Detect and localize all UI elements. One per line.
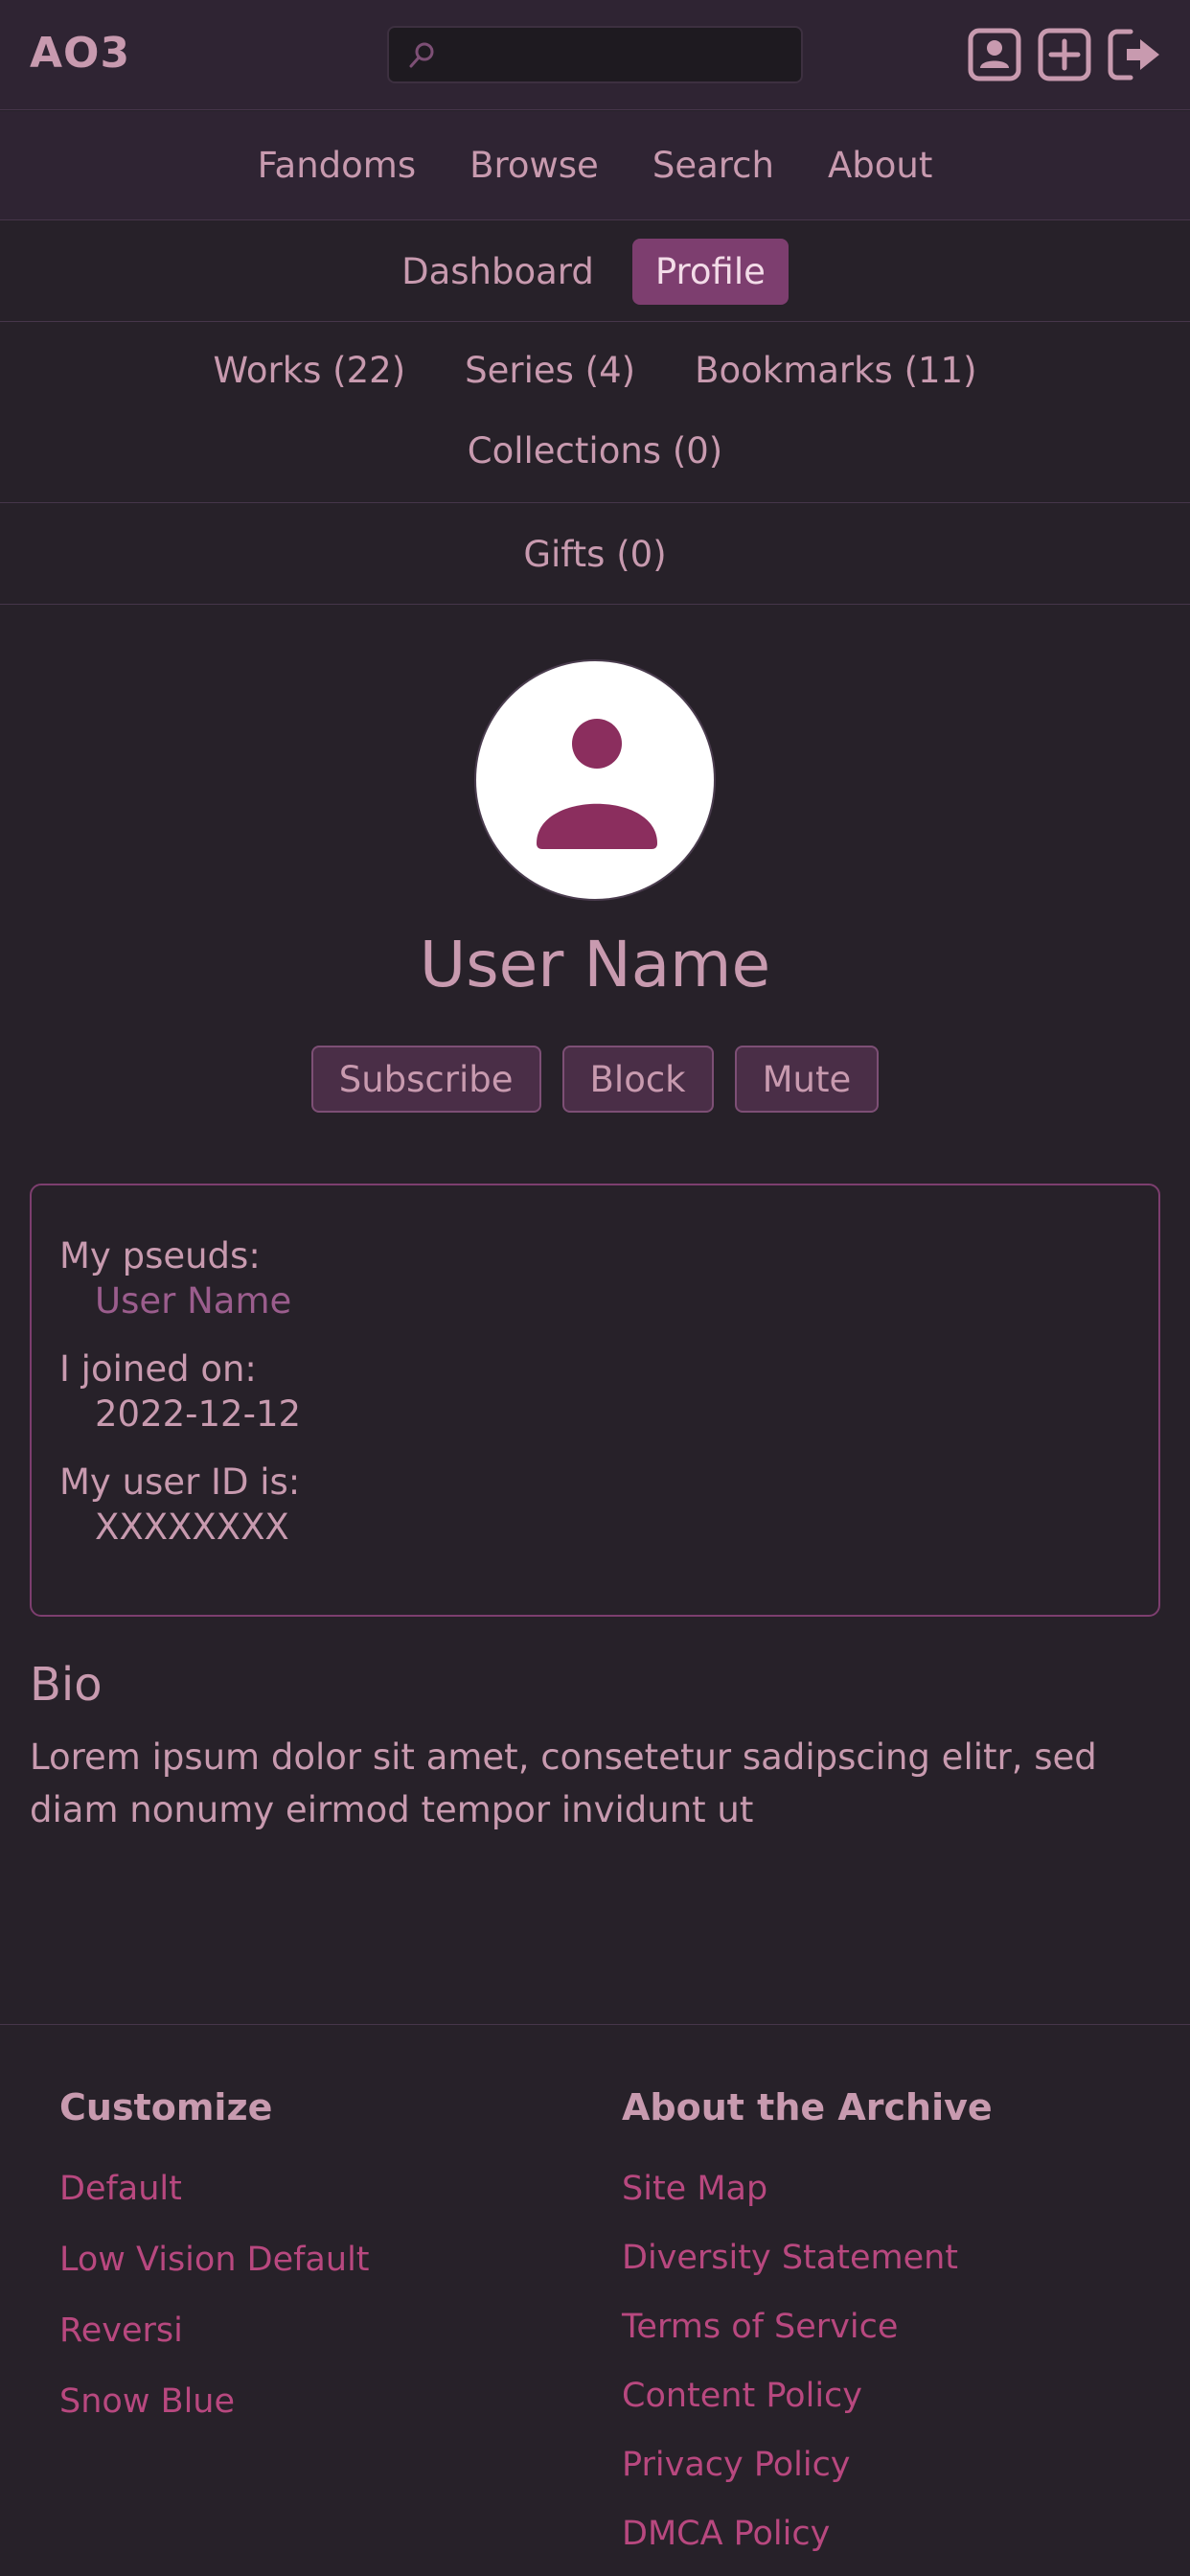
site-footer: Customize Default Low Vision Default Rev… xyxy=(0,2024,1190,2576)
mute-button[interactable]: Mute xyxy=(734,1046,880,1113)
userid-value: XXXXXXXX xyxy=(95,1506,289,1548)
gifts-nav: Gifts (0) xyxy=(0,504,1190,605)
block-button[interactable]: Block xyxy=(561,1046,714,1113)
footer-link-content-policy[interactable]: Content Policy xyxy=(622,2377,862,2415)
footer-link-site-map[interactable]: Site Map xyxy=(622,2170,767,2208)
pseud-link[interactable]: User Name xyxy=(95,1280,291,1322)
nav-browse[interactable]: Browse xyxy=(469,145,599,186)
logout-icon[interactable] xyxy=(1106,26,1163,83)
footer-link-low-vision[interactable]: Low Vision Default xyxy=(59,2241,370,2279)
search-icon xyxy=(409,42,434,68)
userid-label: My user ID is: xyxy=(59,1461,301,1503)
nav-search[interactable]: Search xyxy=(652,145,774,186)
link-bookmarks[interactable]: Bookmarks (11) xyxy=(695,350,976,391)
pseuds-label: My pseuds: xyxy=(59,1235,261,1276)
nav-fandoms[interactable]: Fandoms xyxy=(258,145,416,186)
tab-profile[interactable]: Profile xyxy=(631,238,789,305)
avatar xyxy=(474,659,716,901)
nav-about[interactable]: About xyxy=(828,145,932,186)
link-series[interactable]: Series (4) xyxy=(465,350,635,391)
bio-heading: Bio xyxy=(30,1658,103,1712)
footer-link-diversity[interactable]: Diversity Statement xyxy=(622,2239,958,2277)
link-works[interactable]: Works (22) xyxy=(213,350,405,391)
footer-link-privacy[interactable]: Privacy Policy xyxy=(622,2446,851,2484)
footer-link-snow-blue[interactable]: Snow Blue xyxy=(59,2382,235,2421)
footer-link-default[interactable]: Default xyxy=(59,2170,182,2208)
footer-link-dmca[interactable]: DMCA Policy xyxy=(622,2515,830,2553)
site-header: AO3 xyxy=(0,0,1190,110)
add-icon[interactable] xyxy=(1036,26,1093,83)
footer-link-reversi[interactable]: Reversi xyxy=(59,2312,183,2350)
subscribe-button[interactable]: Subscribe xyxy=(310,1046,541,1113)
tab-dashboard[interactable]: Dashboard xyxy=(401,251,594,292)
about-archive-heading: About the Archive xyxy=(622,2086,993,2128)
page-title: User Name xyxy=(419,928,771,1001)
footer-link-tos[interactable]: Terms of Service xyxy=(622,2308,898,2346)
link-gifts[interactable]: Gifts (0) xyxy=(523,534,666,575)
search-input[interactable] xyxy=(445,35,790,74)
bio-text: Lorem ipsum dolor sit amet, consetetur s… xyxy=(30,1736,1097,1830)
customize-heading: Customize xyxy=(59,2086,273,2128)
user-content-nav: Works (22) Series (4) Bookmarks (11) Col… xyxy=(0,323,1190,503)
user-icon xyxy=(537,719,657,849)
search-field[interactable] xyxy=(387,26,803,83)
link-collections[interactable]: Collections (0) xyxy=(468,430,722,472)
site-logo[interactable]: AO3 xyxy=(30,29,130,78)
joined-label: I joined on: xyxy=(59,1348,257,1390)
profile-info-box: My pseuds: User Name I joined on: 2022-1… xyxy=(30,1184,1160,1617)
profile-icon[interactable] xyxy=(966,26,1023,83)
joined-date: 2022-12-12 xyxy=(95,1393,302,1435)
profile-actions: Subscribe Block Mute xyxy=(0,1046,1190,1113)
primary-nav: Fandoms Browse Search About xyxy=(0,111,1190,220)
user-nav: Dashboard Profile xyxy=(0,221,1190,322)
